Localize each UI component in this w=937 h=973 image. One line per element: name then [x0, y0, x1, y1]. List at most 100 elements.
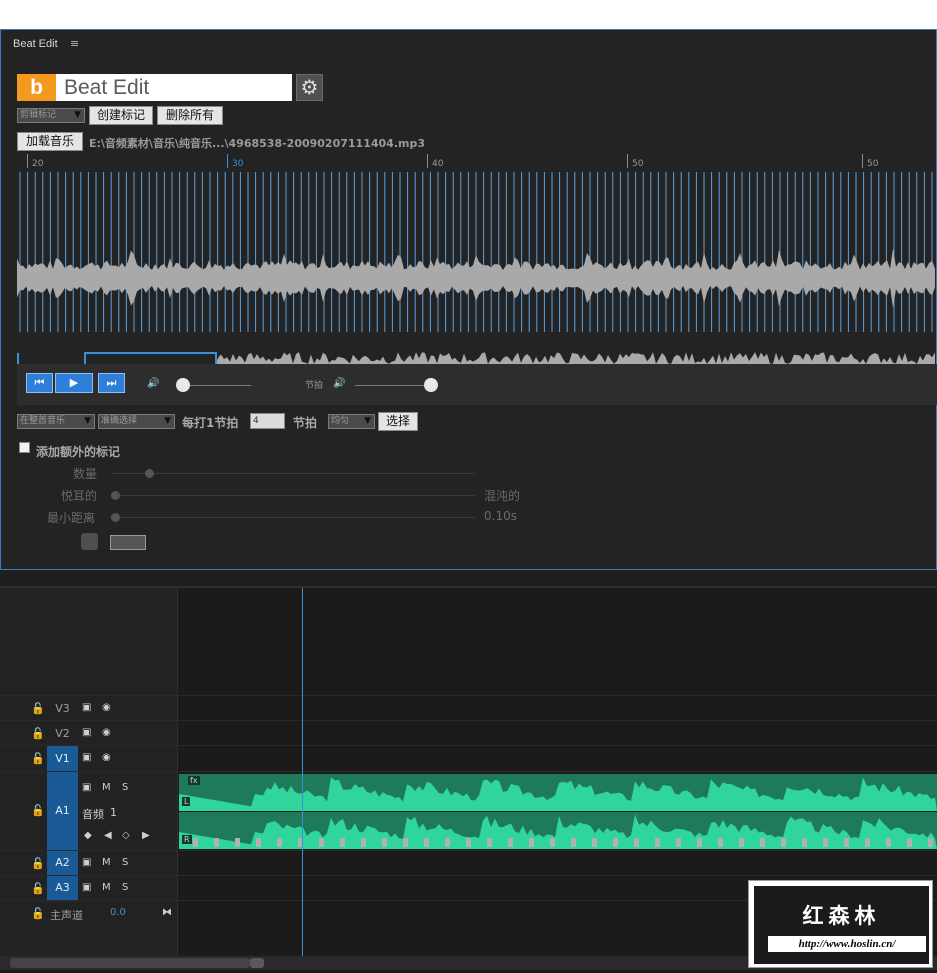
- watermark-inner: 红森林 http://www.hoslin.cn/: [754, 886, 929, 964]
- beat-unit-label: 节拍: [293, 416, 318, 430]
- camera-icon[interactable]: ▣: [82, 702, 91, 713]
- load-music-button[interactable]: 加载音乐: [17, 132, 83, 151]
- clip-beat-marker: [466, 838, 471, 847]
- watermark-url: http://www.hoslin.cn/: [768, 936, 926, 952]
- mute-button[interactable]: M: [102, 782, 111, 793]
- min-distance-slider: [111, 513, 120, 522]
- eye-icon[interactable]: ◉: [102, 702, 111, 713]
- track-label-a2[interactable]: A2: [47, 851, 78, 875]
- lock-icon[interactable]: 🔓: [31, 727, 45, 740]
- track-label-v3[interactable]: V3: [47, 702, 78, 715]
- precision-dropdown[interactable]: 准确选择 ▼: [98, 414, 175, 429]
- music-volume-track[interactable]: [179, 385, 251, 386]
- playhead[interactable]: [302, 588, 303, 958]
- speaker-icon: 🔊: [333, 378, 346, 389]
- clip-beat-marker: [529, 838, 534, 847]
- clip-beat-marker: [697, 838, 702, 847]
- chaos-slider: [111, 491, 120, 500]
- marker-type-dropdown[interactable]: 剪辑标记 ▼: [17, 108, 85, 123]
- watermark: 红森林 http://www.hoslin.cn/: [748, 880, 933, 968]
- min-distance-track: [111, 517, 475, 518]
- scrollbar-thumb[interactable]: [10, 958, 250, 968]
- clip-beat-marker: [655, 838, 660, 847]
- panel-menu-icon[interactable]: ≡: [70, 37, 79, 50]
- play-icon[interactable]: ▶: [55, 373, 93, 393]
- clip-beat-marker: [634, 838, 639, 847]
- chaos-track: [111, 495, 475, 496]
- beat-volume-track[interactable]: [355, 385, 427, 386]
- mic-icon[interactable]: ▣: [82, 882, 91, 893]
- keyframe-prev-icon[interactable]: ◀: [104, 830, 112, 841]
- select-button[interactable]: 选择: [378, 412, 418, 431]
- waveform-view[interactable]: [17, 172, 937, 364]
- clip-beat-marker: [571, 838, 576, 847]
- plugin-logo: b Beat Edit: [17, 74, 292, 101]
- amount-slider: [145, 469, 154, 478]
- chevron-down-icon: ▼: [364, 416, 371, 426]
- clip-beat-marker: [760, 838, 765, 847]
- eye-icon[interactable]: ◉: [102, 727, 111, 738]
- fx-badge: fx: [188, 776, 200, 785]
- mute-button[interactable]: M: [102, 857, 111, 868]
- lock-icon[interactable]: 🔓: [31, 752, 45, 765]
- eye-icon[interactable]: ◉: [102, 752, 111, 763]
- create-marker-button[interactable]: 创建标记: [89, 106, 153, 125]
- every-label: 每打1节拍: [182, 416, 239, 430]
- master-volume-value[interactable]: 0.0: [110, 907, 126, 918]
- clip-beat-marker: [277, 838, 282, 847]
- beat-count-input[interactable]: 4: [250, 413, 285, 429]
- right-channel-badge: R: [182, 835, 192, 844]
- music-volume-slider[interactable]: [175, 378, 190, 392]
- gear-icon[interactable]: ⚙: [296, 74, 323, 101]
- clip-beat-marker: [928, 838, 933, 847]
- track-label-v1[interactable]: V1: [47, 746, 78, 771]
- keyframe-add-icon[interactable]: ◆: [84, 830, 92, 841]
- chevron-down-icon: ▼: [164, 416, 171, 426]
- track-row-v1: 🔓 V1 ▣ ◉: [0, 745, 937, 771]
- time-ruler[interactable]: 20 30 40 50 50: [17, 154, 937, 172]
- panel-tab-title[interactable]: Beat Edit: [13, 38, 58, 50]
- audio-clip[interactable]: [179, 774, 937, 850]
- track-label-a3[interactable]: A3: [47, 876, 78, 900]
- scrollbar-handle[interactable]: [250, 958, 264, 968]
- source-dropdown[interactable]: 在整首音乐 ▼: [17, 414, 95, 429]
- track-label-a1[interactable]: A1: [47, 772, 78, 850]
- clip-beat-marker: [550, 838, 555, 847]
- camera-icon[interactable]: ▣: [82, 727, 91, 738]
- mic-icon[interactable]: ▣: [82, 857, 91, 868]
- lock-icon[interactable]: 🔓: [31, 804, 45, 817]
- go-to-end-icon[interactable]: ⧓: [162, 907, 172, 918]
- keyframe-next-icon[interactable]: ▶: [142, 830, 150, 841]
- clip-beat-marker: [613, 838, 618, 847]
- solo-button[interactable]: S: [122, 882, 128, 893]
- clip-beat-marker: [445, 838, 450, 847]
- mute-button[interactable]: M: [102, 882, 111, 893]
- clip-name: 音频: [82, 808, 104, 821]
- beat-edit-panel: Beat Edit ≡ b Beat Edit ⚙ 剪辑标记 ▼ 创建标记 删除所…: [0, 29, 937, 570]
- clip-beat-marker: [403, 838, 408, 847]
- ruler-label: 50: [867, 159, 879, 169]
- clip-beat-marker: [508, 838, 513, 847]
- amount-track: [111, 473, 475, 474]
- delete-all-button[interactable]: 删除所有: [157, 106, 223, 125]
- lock-icon[interactable]: 🔓: [31, 702, 45, 715]
- lock-icon[interactable]: 🔓: [31, 882, 45, 895]
- precision-value: 准确选择: [101, 416, 138, 426]
- lock-icon[interactable]: 🔓: [31, 857, 45, 870]
- distribution-dropdown[interactable]: 均匀 ▼: [328, 414, 375, 429]
- camera-icon[interactable]: ▣: [82, 752, 91, 763]
- skip-back-icon[interactable]: ⏮: [26, 373, 53, 393]
- solo-button[interactable]: S: [122, 782, 128, 793]
- clip-beat-marker: [781, 838, 786, 847]
- solo-button[interactable]: S: [122, 857, 128, 868]
- source-value: 在整首音乐: [20, 416, 66, 426]
- track-row-v3: 🔓 V3 ▣ ◉: [0, 695, 937, 720]
- track-row-a2: 🔓 A2 ▣ M S: [0, 850, 937, 875]
- skip-forward-icon[interactable]: ⏭: [98, 373, 125, 393]
- keyframe-icon[interactable]: ◇: [122, 830, 130, 841]
- lock-icon[interactable]: 🔓: [31, 907, 45, 920]
- beat-volume-slider[interactable]: [424, 378, 438, 392]
- add-extra-checkbox[interactable]: [19, 442, 30, 453]
- mic-icon[interactable]: ▣: [82, 782, 91, 793]
- track-label-v2[interactable]: V2: [47, 727, 78, 740]
